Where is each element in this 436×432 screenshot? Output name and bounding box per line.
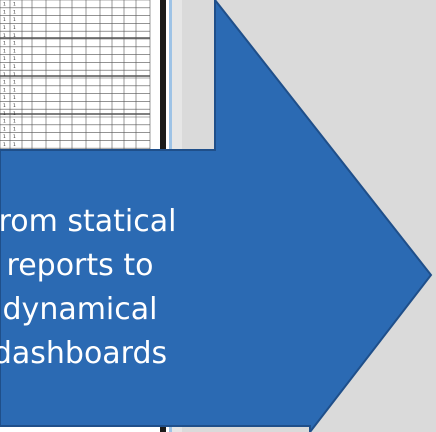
report-cell-value: 1 bbox=[3, 111, 6, 117]
arrow-caption: From statical reports to dynamical dashb… bbox=[0, 150, 176, 426]
report-cell-value: 1 bbox=[3, 95, 6, 101]
report-cell-value: 1 bbox=[13, 9, 16, 15]
report-cell-value: 1 bbox=[3, 80, 6, 86]
report-cell-value: 1 bbox=[13, 126, 16, 132]
report-cell-value: 1 bbox=[13, 17, 16, 23]
caption-line-4: dashboards bbox=[0, 336, 168, 371]
report-cell-value: 1 bbox=[3, 17, 6, 23]
report-cell-value: 1 bbox=[3, 72, 6, 78]
report-cell-value: 1 bbox=[3, 56, 6, 62]
report-cell-value: 1 bbox=[13, 111, 16, 117]
report-cell-value: 1 bbox=[13, 119, 16, 125]
report-cell-value: 1 bbox=[13, 103, 16, 109]
report-cell-value: 1 bbox=[3, 142, 6, 148]
report-cell-value: 1 bbox=[3, 25, 6, 31]
report-cell-value: 1 bbox=[3, 2, 6, 8]
report-cell-value: 1 bbox=[3, 119, 6, 125]
report-cell-value: 1 bbox=[13, 64, 16, 70]
report-cell-value: 1 bbox=[13, 25, 16, 31]
report-cell-value: 1 bbox=[13, 87, 16, 93]
report-cell-value: 1 bbox=[13, 48, 16, 54]
report-cell-value: 1 bbox=[3, 134, 6, 140]
report-cell-value: 1 bbox=[3, 126, 6, 132]
report-cell-value: 1 bbox=[3, 87, 6, 93]
report-cell-value: 1 bbox=[13, 56, 16, 62]
report-cell-value: 1 bbox=[3, 48, 6, 54]
report-cell-value: 1 bbox=[3, 41, 6, 47]
report-cell-value: 1 bbox=[13, 134, 16, 140]
report-cell-value: 1 bbox=[3, 64, 6, 70]
report-cell-value: 1 bbox=[13, 33, 16, 39]
report-cell-value: 1 bbox=[3, 33, 6, 39]
caption-line-2: reports to bbox=[6, 248, 154, 283]
report-cell-value: 1 bbox=[13, 2, 16, 8]
report-cell-value: 1 bbox=[13, 142, 16, 148]
report-cell-value: 1 bbox=[13, 41, 16, 47]
report-cell-value: 1 bbox=[13, 80, 16, 86]
report-cell-value: 1 bbox=[13, 95, 16, 101]
caption-line-3: dynamical bbox=[2, 292, 158, 327]
caption-line-1: From statical bbox=[0, 204, 177, 239]
report-cell-value: 1 bbox=[3, 9, 6, 15]
report-cell-value: 1 bbox=[3, 103, 6, 109]
report-cell-value: 1 bbox=[13, 72, 16, 78]
